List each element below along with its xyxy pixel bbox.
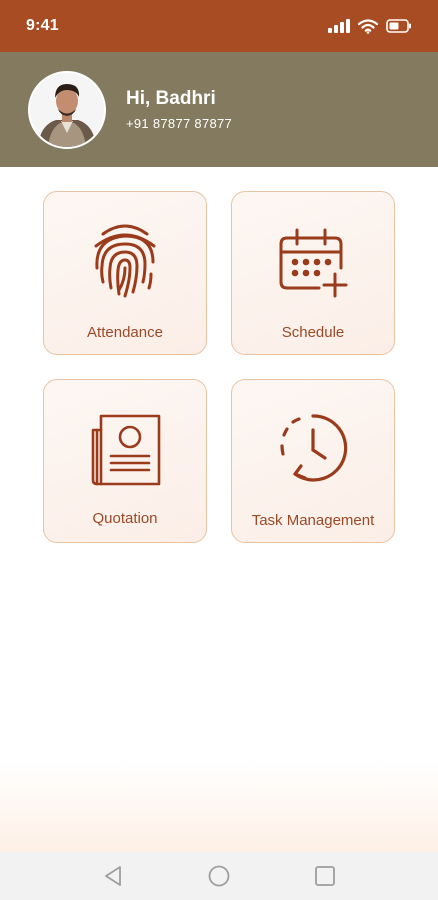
status-icons bbox=[328, 18, 412, 34]
document-icon bbox=[85, 408, 165, 488]
quotation-tile[interactable]: Quotation bbox=[43, 379, 207, 543]
task-management-label: Task Management bbox=[251, 512, 375, 529]
status-time: 9:41 bbox=[26, 17, 59, 34]
bottom-fade bbox=[0, 760, 438, 852]
recents-icon[interactable] bbox=[310, 861, 340, 891]
schedule-label: Schedule bbox=[281, 324, 345, 341]
task-management-tile[interactable]: Task Management bbox=[231, 379, 395, 543]
greeting-block: Hi, Badhri +91 87877 87877 bbox=[126, 88, 232, 131]
attendance-label: Attendance bbox=[87, 324, 163, 341]
signal-icon bbox=[328, 19, 350, 33]
attendance-tile[interactable]: Attendance bbox=[43, 191, 207, 355]
quotation-label: Quotation bbox=[92, 510, 158, 527]
status-bar: 9:41 bbox=[0, 0, 438, 52]
navigation-bar bbox=[0, 852, 438, 900]
calendar-add-icon bbox=[273, 220, 353, 300]
avatar-image bbox=[30, 72, 104, 147]
wifi-icon bbox=[358, 18, 378, 34]
greeting-name: Hi, Badhri bbox=[126, 88, 216, 109]
greeting-phone: +91 87877 87877 bbox=[126, 116, 233, 131]
back-icon[interactable] bbox=[98, 861, 128, 891]
clock-history-icon bbox=[273, 408, 353, 488]
avatar[interactable] bbox=[28, 70, 106, 149]
battery-icon bbox=[386, 19, 411, 33]
fingerprint-icon bbox=[85, 220, 165, 300]
home-icon[interactable] bbox=[204, 861, 234, 891]
schedule-tile[interactable]: Schedule bbox=[231, 191, 395, 355]
profile-header: Hi, Badhri +91 87877 87877 bbox=[0, 52, 438, 167]
